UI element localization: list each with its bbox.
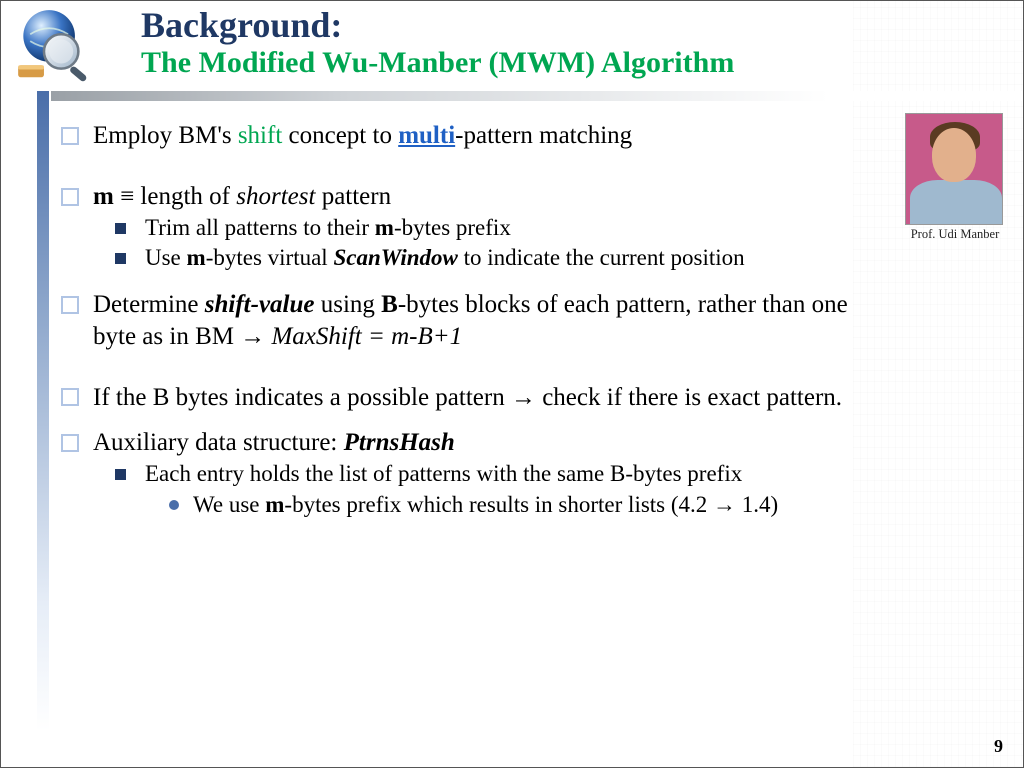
slide-header: Background: The Modified Wu-Manber (MWM)… bbox=[1, 5, 1023, 91]
arrow-icon: → bbox=[511, 383, 536, 411]
text-m: m bbox=[187, 245, 206, 270]
text-scanwindow: ScanWindow bbox=[333, 245, 457, 270]
text: concept to bbox=[282, 122, 398, 149]
text-shortest: shortest bbox=[236, 183, 315, 210]
text-b: B bbox=[381, 291, 398, 318]
photo-caption: Prof. Udi Manber bbox=[905, 227, 1005, 242]
text: using bbox=[314, 291, 381, 318]
bullet-1: Employ BM's shift concept to multi-patte… bbox=[61, 121, 881, 152]
bullet-4: If the B bytes indicates a possible patt… bbox=[61, 382, 881, 414]
text: We use bbox=[193, 492, 265, 517]
text: Each entry holds the list of patterns wi… bbox=[145, 461, 742, 486]
text-m: m bbox=[265, 492, 284, 517]
text: Trim all patterns to their bbox=[145, 215, 375, 240]
text: -bytes prefix bbox=[394, 215, 511, 240]
bullet-2: m ≡ length of shortest pattern Trim all … bbox=[61, 182, 881, 273]
bullet-5a: Each entry holds the list of patterns wi… bbox=[115, 460, 881, 519]
text-shiftvalue: shift-value bbox=[205, 291, 315, 318]
slide: Background: The Modified Wu-Manber (MWM)… bbox=[0, 0, 1024, 768]
arrow-icon: → bbox=[713, 491, 736, 517]
text-multi: multi bbox=[398, 122, 455, 149]
header-divider bbox=[51, 91, 1023, 101]
text: to indicate the current position bbox=[458, 245, 745, 270]
text-m: m bbox=[375, 215, 394, 240]
bullet-3: Determine shift-value using B-bytes bloc… bbox=[61, 290, 881, 352]
text-m: m bbox=[93, 183, 114, 210]
text-maxshift: MaxShift = m-B+1 bbox=[271, 323, 462, 350]
text: -pattern matching bbox=[455, 122, 632, 149]
text: Determine bbox=[93, 291, 205, 318]
text-shift: shift bbox=[238, 122, 282, 149]
presenter-photo bbox=[905, 113, 1003, 225]
bullet-2a: Trim all patterns to their m-bytes prefi… bbox=[115, 214, 881, 242]
text: ≡ length of bbox=[114, 183, 236, 210]
text: pattern bbox=[315, 183, 391, 210]
text: -bytes prefix which results in shorter l… bbox=[284, 492, 713, 517]
title-subtitle: The Modified Wu-Manber (MWM) Algorithm bbox=[141, 45, 734, 81]
bullet-2b: Use m-bytes virtual ScanWindow to indica… bbox=[115, 244, 881, 272]
globe-search-icon bbox=[13, 5, 99, 91]
slide-number: 9 bbox=[994, 736, 1003, 757]
photo-block: Prof. Udi Manber bbox=[905, 113, 1005, 242]
left-accent-bar bbox=[37, 91, 49, 731]
text: 1.4) bbox=[736, 492, 778, 517]
title-block: Background: The Modified Wu-Manber (MWM)… bbox=[141, 7, 734, 81]
text: Use bbox=[145, 245, 187, 270]
text: If the B bytes indicates a possible patt… bbox=[93, 384, 511, 411]
text: Employ BM's bbox=[93, 122, 238, 149]
bullet-5: Auxiliary data structure: PtrnsHash Each… bbox=[61, 428, 881, 520]
slide-content: Employ BM's shift concept to multi-patte… bbox=[61, 121, 881, 533]
text: check if there is exact pattern. bbox=[536, 384, 842, 411]
bullet-5a1: We use m-bytes prefix which results in s… bbox=[167, 490, 881, 519]
text: Auxiliary data structure: bbox=[93, 429, 344, 456]
text-ptrnshash: PtrnsHash bbox=[344, 429, 455, 456]
title-top: Background: bbox=[141, 7, 734, 45]
text: -bytes virtual bbox=[206, 245, 334, 270]
arrow-icon: → bbox=[240, 322, 265, 350]
